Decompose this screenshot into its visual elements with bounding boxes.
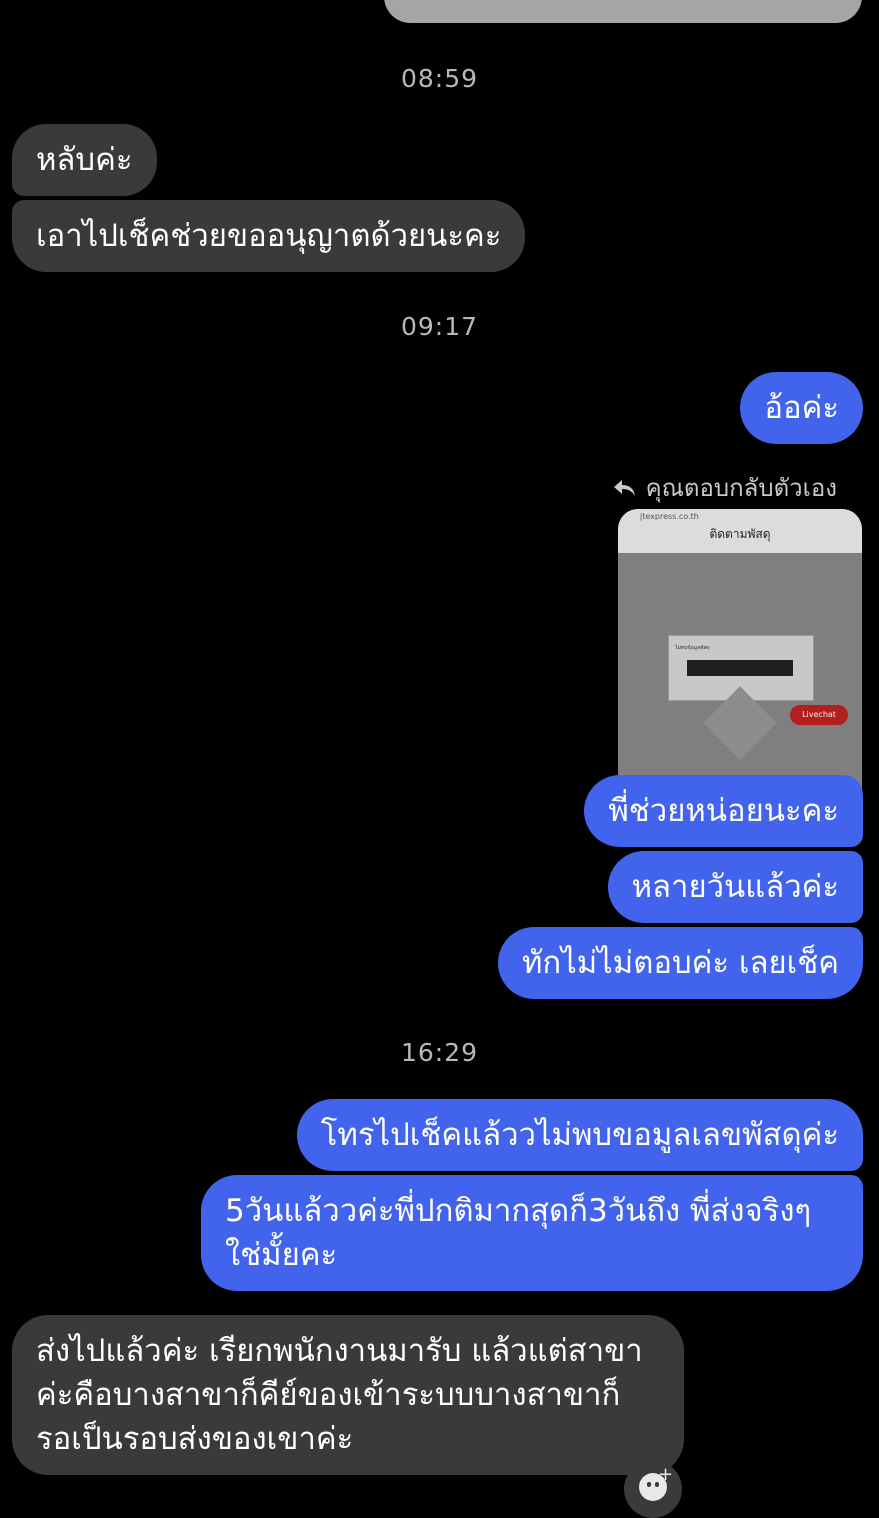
reply-indicator: คุณตอบกลับตัวเอง — [612, 468, 837, 507]
reply-arrow-icon — [613, 479, 635, 496]
screenshot-livechat-button: Livechat — [790, 705, 848, 725]
sent-message[interactable]: โทรไปเช็คแล้ววไม่พบขอมูลเลขพัสดุค่ะ — [296, 1099, 863, 1171]
screenshot-header: jtexpress.co.th ติดตามพัสดุ — [618, 509, 862, 553]
emoji-add-icon[interactable]: + — [624, 1460, 682, 1518]
received-message[interactable]: ส่งไปแล้วค่ะ เรียกพนักงานมารับ แล้วแต่สา… — [12, 1315, 684, 1475]
timestamp: 16:29 — [400, 1038, 479, 1067]
sent-message[interactable]: ทักไม่ไม่ตอบค่ะ เลยเช็ค — [497, 927, 863, 999]
screenshot-url: jtexpress.co.th — [640, 512, 699, 521]
received-message[interactable]: หลับค่ะ — [12, 124, 157, 196]
plus-icon: + — [658, 1464, 674, 1485]
reply-label-text: คุณตอบกลับตัวเอง — [645, 474, 837, 502]
previous-message-bubble[interactable] — [384, 0, 862, 23]
sent-message[interactable]: อ้อค่ะ — [740, 372, 863, 444]
sent-message[interactable]: 5วันแล้ววค่ะพี่ปกติมากสุดก็3วันถึง พี่ส่… — [201, 1175, 863, 1291]
timestamp: 09:17 — [400, 312, 479, 341]
sent-message[interactable]: หลายวันแล้วค่ะ — [607, 851, 863, 923]
screenshot-dialog-bar — [687, 660, 793, 676]
sent-message[interactable]: พี่ช่วยหน่อยนะคะ — [584, 775, 863, 847]
timestamp: 08:59 — [400, 64, 479, 93]
screenshot-title: ติดตามพัสดุ — [709, 527, 771, 541]
received-message[interactable]: เอาไปเช็คช่วยขออนุญาตด้วยนะคะ — [12, 200, 526, 272]
screenshot-dialog-text: ไม่พบข้อมูลพัสดุ — [675, 645, 710, 651]
shared-screenshot-image[interactable]: jtexpress.co.th ติดตามพัสดุ ไม่พบข้อมูลพ… — [618, 509, 862, 789]
